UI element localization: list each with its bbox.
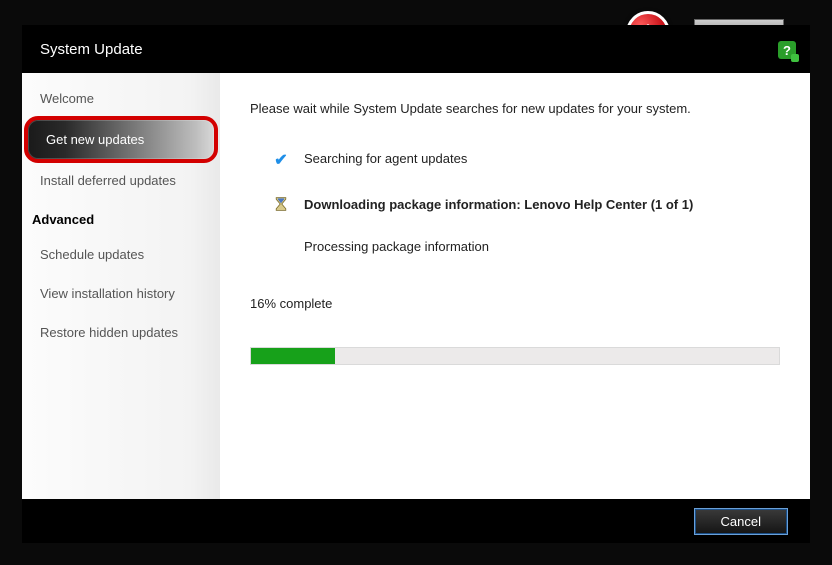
intro-text: Please wait while System Update searches… [250, 101, 780, 116]
status-text-processing: Processing package information [304, 238, 489, 254]
help-icon: ? [778, 41, 796, 59]
window-title: System Update [40, 41, 143, 58]
window-body: Welcome Get new updates Install deferred… [22, 73, 810, 499]
sidebar-item-schedule-updates[interactable]: Schedule updates [22, 235, 220, 274]
sidebar-item-install-deferred[interactable]: Install deferred updates [22, 161, 220, 200]
status-row-agent: ✔ Searching for agent updates [272, 150, 780, 170]
sidebar-item-get-new-updates[interactable]: Get new updates [28, 120, 214, 159]
status-text-agent: Searching for agent updates [304, 150, 467, 166]
progress-bar [250, 347, 780, 365]
titlebar: System Update ? [22, 25, 810, 73]
main-panel: Please wait while System Update searches… [220, 73, 810, 499]
progress-fill [251, 348, 335, 364]
system-update-window: System Update ? Welcome Get new updates … [22, 25, 810, 543]
progress-label: 16% complete [250, 296, 780, 311]
sidebar-item-restore-hidden[interactable]: Restore hidden updates [22, 313, 220, 352]
sidebar-item-view-history[interactable]: View installation history [22, 274, 220, 313]
sidebar: Welcome Get new updates Install deferred… [22, 73, 220, 499]
footer: Cancel [22, 499, 810, 543]
hourglass-icon [272, 196, 290, 212]
check-icon: ✔ [272, 150, 290, 170]
cancel-button[interactable]: Cancel [694, 508, 788, 535]
status-text-download: Downloading package information: Lenovo … [304, 196, 693, 212]
status-row-download: Downloading package information: Lenovo … [272, 196, 780, 212]
sidebar-item-welcome[interactable]: Welcome [22, 79, 220, 118]
sidebar-heading-advanced: Advanced [22, 200, 220, 235]
help-button[interactable]: ? [778, 41, 798, 61]
status-row-processing: Processing package information [272, 238, 780, 254]
sidebar-item-label: Get new updates [46, 132, 144, 147]
